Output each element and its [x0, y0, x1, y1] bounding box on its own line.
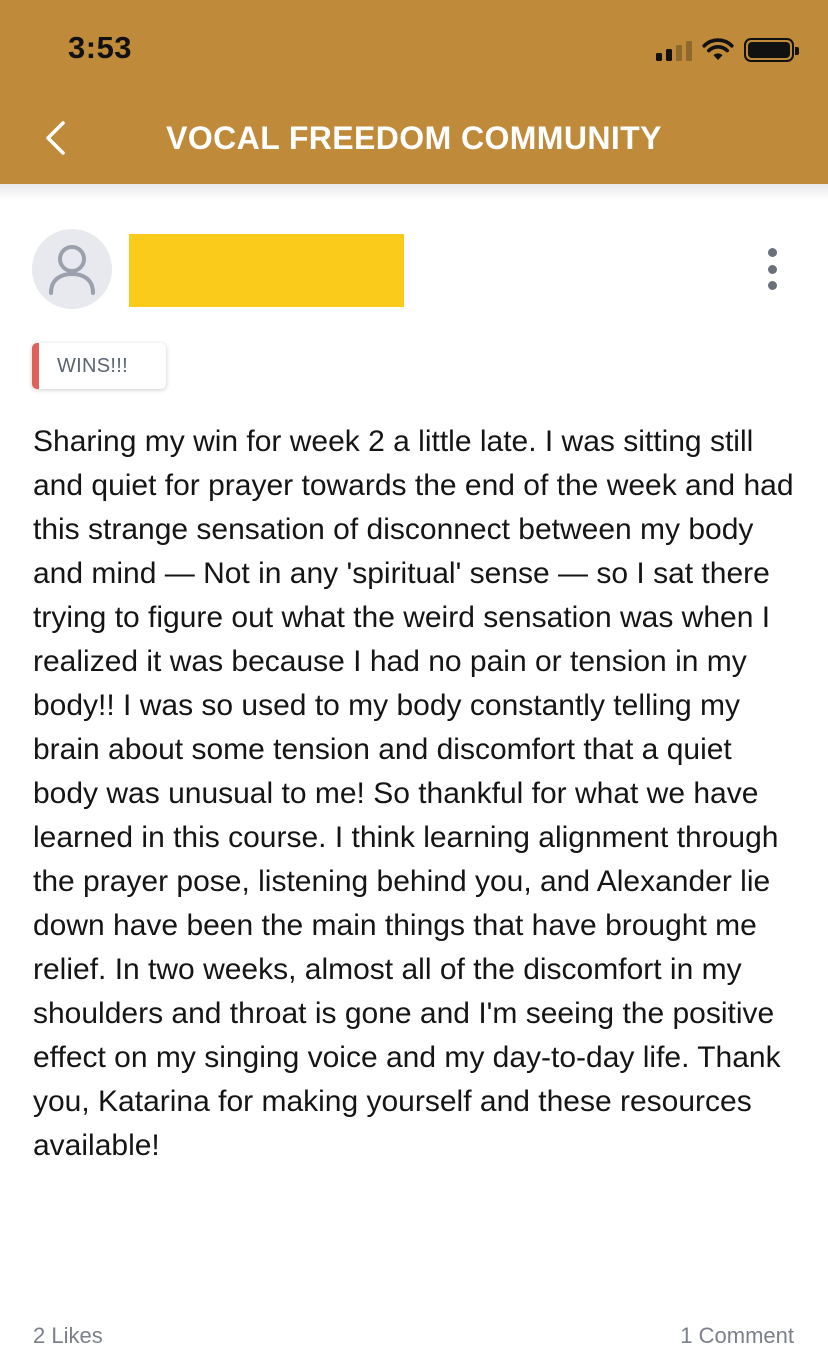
- wifi-icon: [702, 38, 734, 60]
- page-title: VOCAL FREEDOM COMMUNITY: [166, 120, 662, 156]
- status-bar-icons: [656, 36, 799, 64]
- author-name-redacted[interactable]: [129, 234, 404, 307]
- post-body: Sharing my win for week 2 a little late.…: [33, 425, 794, 1162]
- more-dot-icon: [767, 281, 777, 290]
- post-category-tag[interactable]: WINS!!!: [32, 343, 166, 389]
- more-options-button[interactable]: [752, 244, 792, 294]
- likes-count[interactable]: 2 Likes: [33, 1323, 103, 1349]
- comments-count[interactable]: 1 Comment: [680, 1323, 794, 1349]
- header-divider: [0, 184, 828, 200]
- user-placeholder-icon: [49, 245, 95, 295]
- author-avatar[interactable]: [32, 229, 112, 309]
- app-header: 3:53 VOCAL FREEDOM COMMUNITY: [0, 0, 828, 184]
- more-dot-icon: [767, 264, 777, 274]
- status-bar-time: 3:53: [68, 30, 133, 65]
- cellular-signal-icon: [656, 39, 692, 61]
- more-dot-icon: [767, 248, 777, 257]
- battery-icon: [744, 38, 799, 62]
